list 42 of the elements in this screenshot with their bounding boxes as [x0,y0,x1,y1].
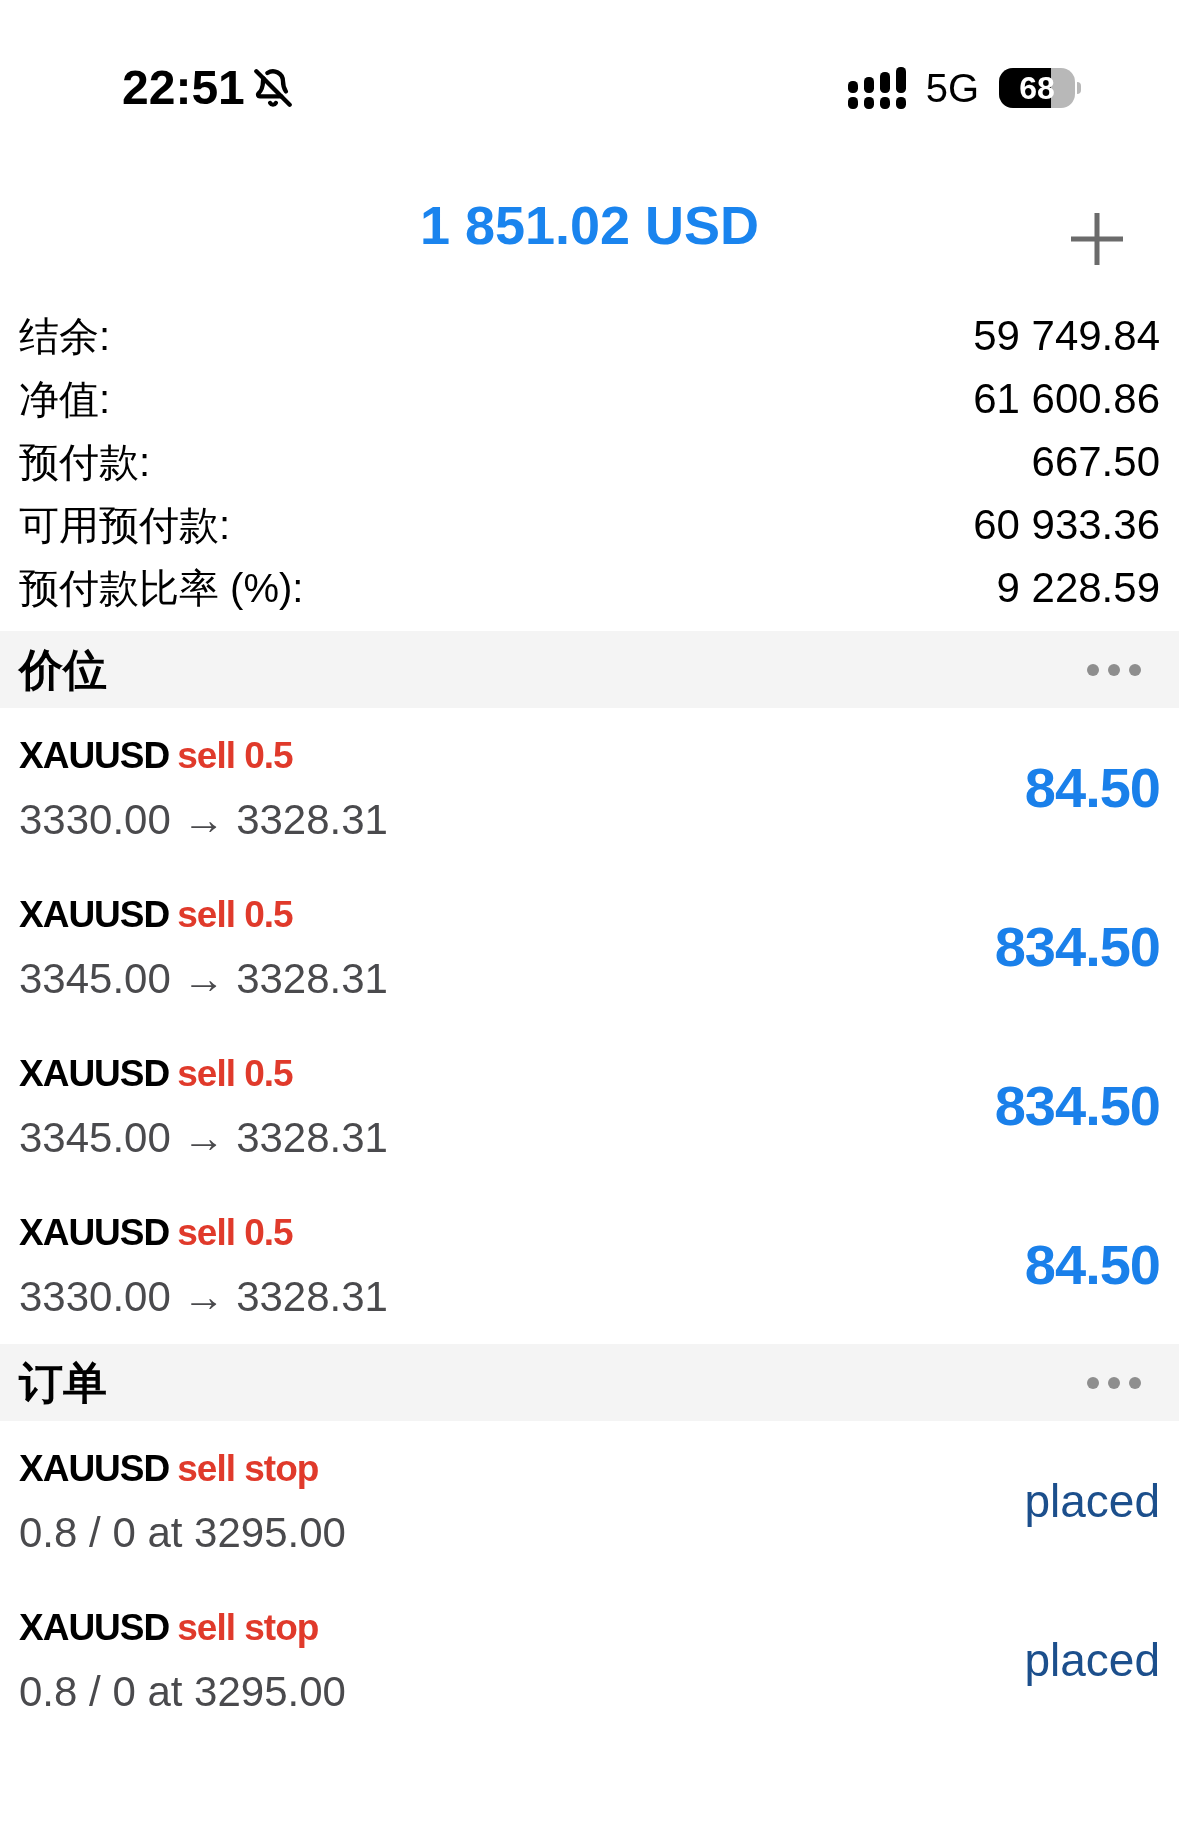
profit-value: 834.50 [994,1077,1160,1134]
trade-type: sell 0.5 [177,1214,293,1251]
account-value: 59 749.84 [973,314,1160,357]
trade-detail: 0.8 / 0 at 3295.00 [19,1670,346,1713]
network-type: 5G [925,68,979,108]
symbol-name: XAUUSD [19,1055,170,1092]
profit-value: 834.50 [994,918,1160,975]
symbol-name: XAUUSD [19,1450,170,1487]
account-value: 61 600.86 [973,377,1160,420]
signal-icon [847,67,906,109]
section-title: 订单 [19,1360,107,1405]
header-title: 1 851.02 USD [419,198,760,252]
section-title: 价位 [19,647,107,692]
symbol-name: XAUUSD [19,1214,170,1251]
trade-detail: 3345.00 → 3328.31 [19,957,388,1000]
trade-detail: 3330.00 → 3328.31 [19,798,388,841]
account-value: 9 228.59 [996,566,1160,609]
account-label: 结余: [19,315,111,356]
more-icon[interactable] [1087,1376,1141,1389]
trade-detail: 3330.00 → 3328.31 [19,1275,388,1318]
account-label: 预付款比率 (%): [19,567,304,608]
symbol-name: XAUUSD [19,1609,170,1646]
trade-type: sell 0.5 [177,737,293,774]
profit-value: 84.50 [1024,759,1160,816]
account-label: 预付款: [19,441,151,482]
symbol-name: XAUUSD [19,896,170,933]
bell-off-icon [252,68,293,108]
account-label: 可用预付款: [19,504,231,545]
clock-time: 22:51 [122,64,245,112]
trade-type: sell stop [177,1450,319,1487]
more-icon[interactable] [1087,663,1141,676]
account-label: 净值: [19,378,111,419]
trade-type: sell 0.5 [177,1055,293,1092]
profit-value: 84.50 [1024,1236,1160,1293]
symbol-name: XAUUSD [19,737,170,774]
add-icon[interactable] [1069,211,1125,267]
account-value: 667.50 [1031,440,1160,483]
trade-detail: 0.8 / 0 at 3295.00 [19,1511,346,1554]
trade-type: sell 0.5 [177,896,293,933]
trade-type: sell stop [177,1609,319,1646]
account-value: 60 933.36 [973,503,1160,546]
trade-detail: 3345.00 → 3328.31 [19,1116,388,1159]
